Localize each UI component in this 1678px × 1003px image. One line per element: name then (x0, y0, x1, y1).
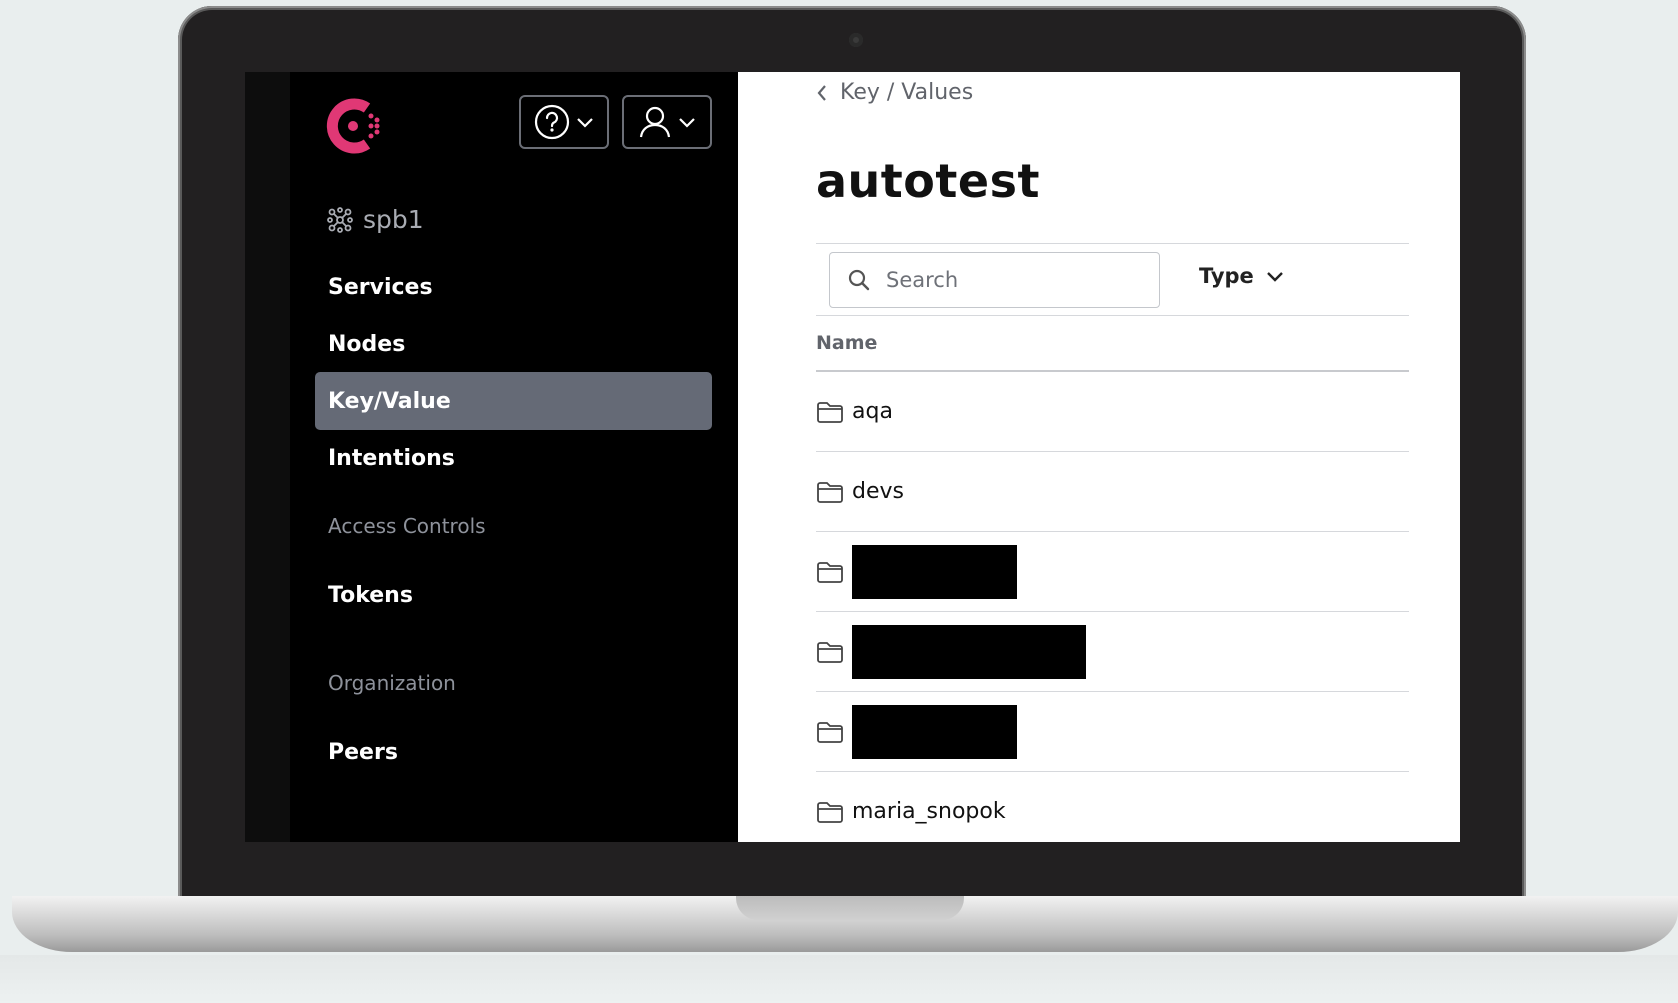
search-input[interactable] (884, 267, 1148, 293)
nav-item-tokens[interactable]: Tokens (315, 566, 712, 624)
chevron-down-icon (577, 118, 593, 128)
nav-item-services[interactable]: Services (315, 258, 712, 316)
sidebar-stripe (245, 72, 290, 842)
page-title: autotest (816, 154, 1040, 208)
folder-icon (816, 560, 844, 584)
help-icon (534, 104, 570, 140)
table-row[interactable]: maria_snopok (816, 772, 1409, 842)
chevron-down-icon (679, 118, 695, 128)
table-row[interactable]: aqa (816, 372, 1409, 452)
nav-item-label: Intentions (328, 445, 455, 471)
nav-item-label: Peers (328, 739, 398, 765)
type-filter-label: Type (1199, 264, 1254, 288)
row-name: aqa (852, 399, 893, 424)
datacenter-icon (327, 206, 353, 233)
folder-icon (816, 480, 844, 504)
nav-item-label: Services (328, 274, 433, 300)
sidebar: spb1 Services Nodes Key/Value Intentions… (245, 72, 738, 842)
laptop-camera (849, 33, 863, 47)
redacted-name (852, 624, 1086, 679)
nav-item-label: Tokens (328, 582, 413, 608)
main-content: Key / Values autotest Type Name aqa devs m… (738, 72, 1460, 842)
search-icon (848, 269, 870, 291)
breadcrumb[interactable]: Key / Values (816, 80, 973, 105)
user-menu-button[interactable] (622, 95, 712, 149)
nav-item-label: Nodes (328, 331, 406, 357)
table-row[interactable] (816, 692, 1409, 772)
nav-item-label: Key/Value (328, 388, 451, 414)
breadcrumb-label: Key / Values (840, 80, 974, 105)
consul-logo[interactable] (325, 94, 389, 158)
user-icon (639, 106, 671, 138)
nav-item-nodes[interactable]: Nodes (315, 315, 712, 373)
folder-icon (816, 800, 844, 824)
nav-heading-organization: Organization (328, 671, 456, 695)
redacted-name (852, 544, 1017, 599)
nav-item-intentions[interactable]: Intentions (315, 429, 712, 487)
nav-item-peers[interactable]: Peers (315, 723, 712, 781)
folder-icon (816, 720, 844, 744)
table-row[interactable] (816, 532, 1409, 612)
folder-icon (816, 640, 844, 664)
row-name: maria_snopok (852, 799, 1006, 824)
table-row[interactable]: devs (816, 452, 1409, 532)
nav-heading-access-controls: Access Controls (328, 514, 486, 538)
app-screen: spb1 Services Nodes Key/Value Intentions… (245, 72, 1460, 842)
divider (816, 315, 1409, 316)
column-header-name[interactable]: Name (816, 332, 877, 354)
divider (816, 243, 1409, 244)
nav-item-key-value[interactable]: Key/Value (315, 372, 712, 430)
chevron-down-icon (1266, 272, 1283, 282)
background-reflection (0, 955, 1678, 1003)
row-name: devs (852, 479, 904, 504)
chevron-left-icon (817, 84, 826, 101)
redacted-name (852, 704, 1017, 759)
table-row[interactable] (816, 612, 1409, 692)
help-menu-button[interactable] (519, 95, 609, 149)
type-filter-dropdown[interactable]: Type (1199, 264, 1284, 288)
datacenter-selector[interactable]: spb1 (327, 205, 424, 234)
search-field[interactable] (829, 252, 1160, 308)
datacenter-name: spb1 (363, 205, 424, 234)
folder-icon (816, 400, 844, 424)
laptop-notch (736, 896, 964, 920)
